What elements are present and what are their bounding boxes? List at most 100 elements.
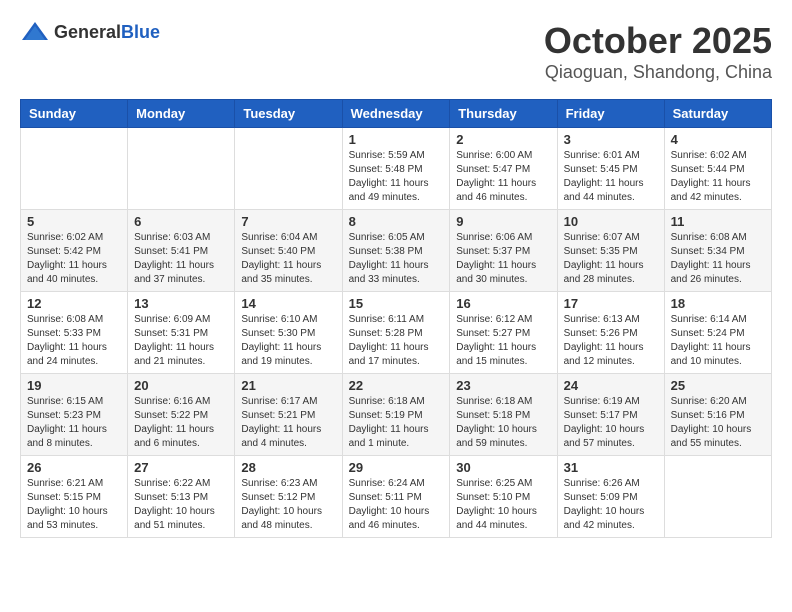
day-info: Sunrise: 6:22 AM Sunset: 5:13 PM Dayligh… [134, 477, 228, 533]
day-number: 19 [27, 378, 121, 393]
day-number: 27 [134, 460, 228, 475]
day-number: 2 [456, 132, 550, 147]
day-info: Sunrise: 6:23 AM Sunset: 5:12 PM Dayligh… [241, 477, 335, 533]
calendar-day-cell: 15 Sunrise: 6:11 AM Sunset: 5:28 PM Dayli… [342, 292, 450, 374]
month-title: October 2025 [544, 20, 772, 62]
weekday-header: Thursday [450, 100, 557, 128]
calendar-day-cell: 17Sunrise: 6:13 AM Sunset: 5:26 PM Dayli… [557, 292, 664, 374]
calendar-day-cell: 30 Sunrise: 6:25 AM Sunset: 5:10 PM Dayli… [450, 456, 557, 538]
day-info: Sunrise: 6:15 AM Sunset: 5:23 PM Dayligh… [27, 395, 121, 451]
day-number: 22 [349, 378, 444, 393]
logo-blue: Blue [121, 22, 160, 42]
calendar-day-cell: 9 Sunrise: 6:06 AM Sunset: 5:37 PM Daylig… [450, 210, 557, 292]
calendar-day-cell: 11 Sunrise: 6:08 AM Sunset: 5:34 PM Dayli… [664, 210, 771, 292]
calendar-day-cell: 2Sunrise: 6:00 AM Sunset: 5:47 PM Daylig… [450, 128, 557, 210]
day-number: 10 [564, 214, 658, 229]
calendar-day-cell: 26 Sunrise: 6:21 AM Sunset: 5:15 PM Dayli… [21, 456, 128, 538]
day-info: Sunrise: 6:19 AM Sunset: 5:17 PM Dayligh… [564, 395, 658, 451]
calendar-day-cell: 12Sunrise: 6:08 AM Sunset: 5:33 PM Dayli… [21, 292, 128, 374]
day-info: Sunrise: 6:08 AM Sunset: 5:34 PM Dayligh… [671, 231, 765, 287]
day-number: 20 [134, 378, 228, 393]
day-number: 23 [456, 378, 550, 393]
day-number: 5 [27, 214, 121, 229]
weekday-header: Friday [557, 100, 664, 128]
calendar-day-cell: 29 Sunrise: 6:24 AM Sunset: 5:11 PM Dayli… [342, 456, 450, 538]
calendar-day-cell: 1 Sunrise: 5:59 AM Sunset: 5:48 PM Daylig… [342, 128, 450, 210]
day-info: Sunrise: 5:59 AM Sunset: 5:48 PM Dayligh… [349, 149, 444, 205]
calendar-day-cell: 20 Sunrise: 6:16 AM Sunset: 5:22 PM Dayli… [128, 374, 235, 456]
calendar-day-cell: 10 Sunrise: 6:07 AM Sunset: 5:35 PM Dayli… [557, 210, 664, 292]
day-info: Sunrise: 6:26 AM Sunset: 5:09 PM Dayligh… [564, 477, 658, 533]
calendar-week-row: 26 Sunrise: 6:21 AM Sunset: 5:15 PM Dayli… [21, 456, 772, 538]
weekday-header: Sunday [21, 100, 128, 128]
day-number: 9 [456, 214, 550, 229]
weekday-header: Wednesday [342, 100, 450, 128]
day-number: 11 [671, 214, 765, 229]
day-number: 21 [241, 378, 335, 393]
calendar-week-row: 1 Sunrise: 5:59 AM Sunset: 5:48 PM Daylig… [21, 128, 772, 210]
calendar-day-cell: 13Sunrise: 6:09 AM Sunset: 5:31 PM Dayli… [128, 292, 235, 374]
day-number: 28 [241, 460, 335, 475]
weekday-header: Saturday [664, 100, 771, 128]
location-title: Qiaoguan, Shandong, China [544, 62, 772, 83]
day-info: Sunrise: 6:05 AM Sunset: 5:38 PM Dayligh… [349, 231, 444, 287]
day-number: 12 [27, 296, 121, 311]
weekday-row: SundayMondayTuesdayWednesdayThursdayFrid… [21, 100, 772, 128]
day-info: Sunrise: 6:17 AM Sunset: 5:21 PM Dayligh… [241, 395, 335, 451]
calendar-day-cell: 14 Sunrise: 6:10 AM Sunset: 5:30 PM Dayli… [235, 292, 342, 374]
calendar-day-cell: 7Sunrise: 6:04 AM Sunset: 5:40 PM Daylig… [235, 210, 342, 292]
calendar-day-cell: 31 Sunrise: 6:26 AM Sunset: 5:09 PM Dayli… [557, 456, 664, 538]
day-number: 14 [241, 296, 335, 311]
calendar-day-cell: 16 Sunrise: 6:12 AM Sunset: 5:27 PM Dayli… [450, 292, 557, 374]
logo-icon [20, 20, 50, 44]
day-info: Sunrise: 6:13 AM Sunset: 5:26 PM Dayligh… [564, 313, 658, 369]
day-info: Sunrise: 6:02 AM Sunset: 5:42 PM Dayligh… [27, 231, 121, 287]
day-info: Sunrise: 6:11 AM Sunset: 5:28 PM Dayligh… [349, 313, 444, 369]
calendar-day-cell: 5 Sunrise: 6:02 AM Sunset: 5:42 PM Daylig… [21, 210, 128, 292]
day-info: Sunrise: 6:24 AM Sunset: 5:11 PM Dayligh… [349, 477, 444, 533]
day-number: 4 [671, 132, 765, 147]
day-info: Sunrise: 6:25 AM Sunset: 5:10 PM Dayligh… [456, 477, 550, 533]
day-number: 8 [349, 214, 444, 229]
day-info: Sunrise: 6:16 AM Sunset: 5:22 PM Dayligh… [134, 395, 228, 451]
day-info: Sunrise: 6:12 AM Sunset: 5:27 PM Dayligh… [456, 313, 550, 369]
weekday-header: Monday [128, 100, 235, 128]
day-number: 1 [349, 132, 444, 147]
weekday-header: Tuesday [235, 100, 342, 128]
calendar-day-cell: 24Sunrise: 6:19 AM Sunset: 5:17 PM Dayli… [557, 374, 664, 456]
calendar-day-cell: 25 Sunrise: 6:20 AM Sunset: 5:16 PM Dayli… [664, 374, 771, 456]
calendar-day-cell: 23Sunrise: 6:18 AM Sunset: 5:18 PM Dayli… [450, 374, 557, 456]
day-number: 25 [671, 378, 765, 393]
calendar-header: SundayMondayTuesdayWednesdayThursdayFrid… [21, 100, 772, 128]
calendar-week-row: 12Sunrise: 6:08 AM Sunset: 5:33 PM Dayli… [21, 292, 772, 374]
calendar-day-cell [664, 456, 771, 538]
day-info: Sunrise: 6:10 AM Sunset: 5:30 PM Dayligh… [241, 313, 335, 369]
day-info: Sunrise: 6:20 AM Sunset: 5:16 PM Dayligh… [671, 395, 765, 451]
day-number: 26 [27, 460, 121, 475]
calendar-day-cell: 28 Sunrise: 6:23 AM Sunset: 5:12 PM Dayli… [235, 456, 342, 538]
day-number: 15 [349, 296, 444, 311]
calendar-week-row: 19 Sunrise: 6:15 AM Sunset: 5:23 PM Dayli… [21, 374, 772, 456]
day-number: 31 [564, 460, 658, 475]
calendar-day-cell: 27 Sunrise: 6:22 AM Sunset: 5:13 PM Dayli… [128, 456, 235, 538]
day-info: Sunrise: 6:07 AM Sunset: 5:35 PM Dayligh… [564, 231, 658, 287]
calendar-day-cell [21, 128, 128, 210]
day-info: Sunrise: 6:21 AM Sunset: 5:15 PM Dayligh… [27, 477, 121, 533]
calendar-day-cell [235, 128, 342, 210]
calendar-day-cell: 8 Sunrise: 6:05 AM Sunset: 5:38 PM Daylig… [342, 210, 450, 292]
logo-general: General [54, 22, 121, 42]
day-number: 30 [456, 460, 550, 475]
day-info: Sunrise: 6:02 AM Sunset: 5:44 PM Dayligh… [671, 149, 765, 205]
day-info: Sunrise: 6:06 AM Sunset: 5:37 PM Dayligh… [456, 231, 550, 287]
calendar: SundayMondayTuesdayWednesdayThursdayFrid… [20, 99, 772, 538]
day-number: 13 [134, 296, 228, 311]
day-number: 29 [349, 460, 444, 475]
day-number: 16 [456, 296, 550, 311]
calendar-day-cell: 21 Sunrise: 6:17 AM Sunset: 5:21 PM Dayli… [235, 374, 342, 456]
calendar-day-cell: 3Sunrise: 6:01 AM Sunset: 5:45 PM Daylig… [557, 128, 664, 210]
day-info: Sunrise: 6:01 AM Sunset: 5:45 PM Dayligh… [564, 149, 658, 205]
calendar-day-cell: 18Sunrise: 6:14 AM Sunset: 5:24 PM Dayli… [664, 292, 771, 374]
calendar-day-cell: 22Sunrise: 6:18 AM Sunset: 5:19 PM Dayli… [342, 374, 450, 456]
day-number: 6 [134, 214, 228, 229]
page-header: GeneralBlue October 2025 Qiaoguan, Shand… [20, 20, 772, 83]
